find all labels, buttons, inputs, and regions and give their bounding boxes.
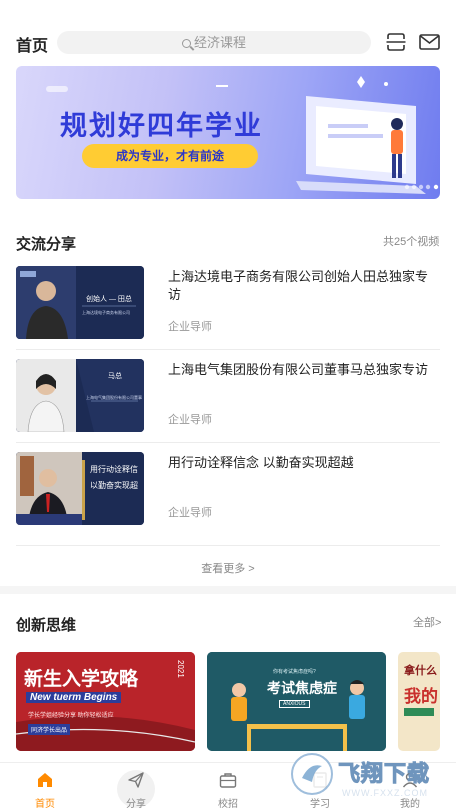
- watermark-text: 飞翔下载: [337, 761, 431, 787]
- video-title: 上海电气集团股份有限公司董事马总独家专访: [168, 362, 429, 377]
- card-title: 新生入学攻略: [24, 669, 139, 690]
- thumbnail-caption: 创始人 — 田总: [86, 296, 132, 303]
- scan-icon[interactable]: [386, 33, 406, 51]
- divider: [16, 349, 440, 350]
- thumbnail-caption: 马总: [108, 373, 122, 380]
- card-english: New tuerm Begins: [26, 692, 122, 703]
- tab-share[interactable]: 分享: [96, 763, 176, 810]
- tab-label: 分享: [126, 799, 146, 810]
- card-title: 考试焦虑症: [267, 680, 337, 696]
- top-header: 首页 经济课程: [0, 0, 456, 62]
- see-more-link[interactable]: 查看更多 >: [0, 560, 456, 576]
- search-icon: [181, 39, 191, 48]
- divider: [16, 545, 440, 546]
- home-icon: [38, 773, 52, 787]
- tab-label: 校招: [218, 799, 238, 810]
- site-watermark: 飞翔下载 WWW.FXXZ.COM: [290, 748, 440, 806]
- thumbnail-subcaption: 以勤奋实现超: [90, 481, 138, 490]
- section-title-share: 交流分享: [16, 236, 77, 253]
- video-title: 上海达境电子商务有限公司创始人田总独家专访: [168, 269, 429, 302]
- video-title: 用行动诠释信念 以勤奋实现超越: [168, 455, 354, 470]
- thumbnail-subcaption: 上海电气集团股份有限公司董事: [86, 395, 142, 400]
- video-thumbnail: 创始人 — 田总 上海达境电子商务有限公司: [16, 266, 144, 339]
- card-year: 2021: [176, 660, 185, 678]
- course-card[interactable]: 新生入学攻略 2021 New tuerm Begins 学长学姐经验分享 助你…: [16, 652, 195, 751]
- briefcase-icon: [219, 773, 237, 788]
- banner-subtitle: 成为专业，才有前途: [82, 144, 258, 168]
- card-title-line2: 我的: [404, 687, 438, 706]
- card-question: 你有考试焦虑症吗?: [273, 669, 316, 675]
- see-all-link[interactable]: 全部>: [413, 614, 441, 630]
- card-badge: 同济学长出品: [28, 724, 71, 735]
- section-title-innovation: 创新思维: [16, 617, 77, 634]
- video-item[interactable]: 创始人 — 田总 上海达境电子商务有限公司 上海达境电子商务有限公司创始人田总独…: [16, 266, 440, 346]
- thumbnail-subcaption: 上海达境电子商务有限公司: [82, 310, 130, 315]
- divider: [16, 442, 440, 443]
- video-tag: 企业导师: [168, 321, 212, 333]
- send-icon: [128, 772, 144, 788]
- banner-title: 规划好四年学业: [60, 111, 263, 141]
- course-card[interactable]: 拿什么 我的: [398, 652, 440, 751]
- search-input[interactable]: 经济课程: [57, 31, 371, 54]
- search-placeholder: 经济课程: [193, 35, 246, 50]
- thumbnail-caption: 用行动诠释信: [90, 465, 138, 474]
- tab-campus-recruit[interactable]: 校招: [188, 763, 268, 810]
- video-thumbnail: 马总 上海电气集团股份有限公司董事: [16, 359, 144, 432]
- section-separator: [0, 586, 456, 594]
- video-item[interactable]: 用行动诠释信 以勤奋实现超 用行动诠释信念 以勤奋实现超越 企业导师: [16, 452, 440, 532]
- video-tag: 企业导师: [168, 507, 212, 519]
- video-thumbnail: 用行动诠释信 以勤奋实现超: [16, 452, 144, 525]
- video-item[interactable]: 马总 上海电气集团股份有限公司董事 上海电气集团股份有限公司董事马总独家专访 企…: [16, 359, 440, 439]
- card-subtitle: 学长学姐经验分享 助你轻松适应: [28, 713, 114, 719]
- promo-banner[interactable]: 规划好四年学业 成为专业，才有前途: [16, 66, 440, 199]
- card-english: ANXIOUS: [279, 700, 310, 708]
- card-badge-stub: [404, 708, 434, 716]
- carousel-indicator: [404, 184, 439, 190]
- watermark-url: WWW.FXXZ.COM: [342, 788, 428, 798]
- page-title: 首页: [16, 38, 49, 55]
- mail-icon[interactable]: [419, 34, 440, 50]
- course-card[interactable]: 你有考试焦虑症吗? 考试焦虑症 ANXIOUS: [207, 652, 386, 751]
- tab-label: 首页: [35, 799, 55, 810]
- card-title: 拿什么: [404, 665, 437, 677]
- video-count: 共25个视频: [383, 236, 440, 248]
- tab-home[interactable]: 首页: [5, 763, 85, 810]
- video-tag: 企业导师: [168, 414, 212, 426]
